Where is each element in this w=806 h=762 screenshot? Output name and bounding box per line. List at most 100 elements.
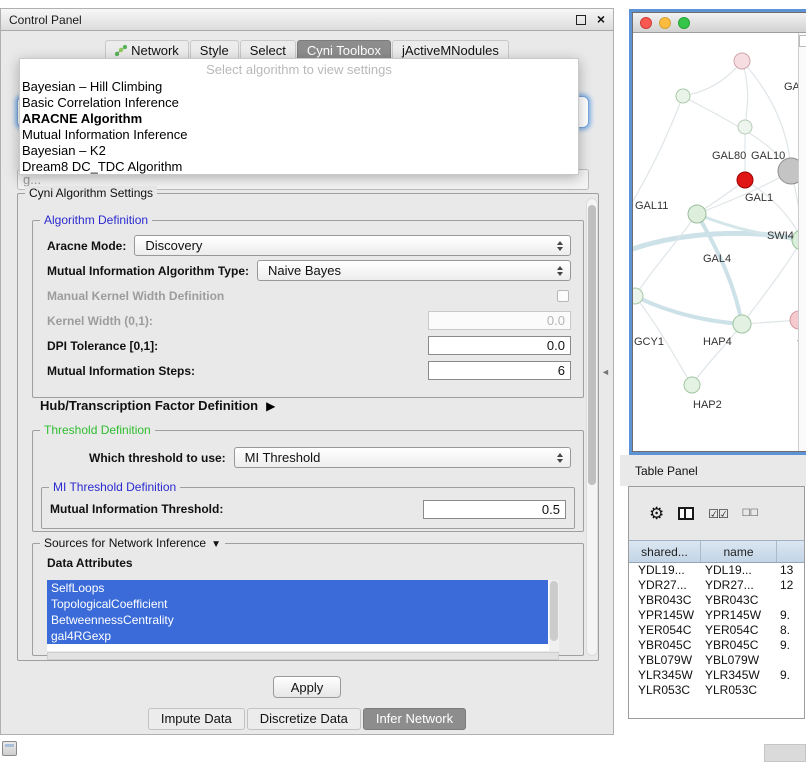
hub-definition-toggle[interactable]: Hub/Transcription Factor Definition ▶ bbox=[40, 398, 275, 413]
algorithm-option[interactable]: Dream8 DC_TDC Algorithm bbox=[20, 159, 578, 175]
tab-impute-data[interactable]: Impute Data bbox=[148, 708, 245, 730]
table-cell: YLR053C bbox=[629, 683, 701, 698]
tab-discretize-data[interactable]: Discretize Data bbox=[247, 708, 361, 730]
table-panel-title: Table Panel bbox=[635, 464, 698, 478]
table-row[interactable]: YBR045CYBR045C9. bbox=[629, 638, 804, 653]
table-header: shared... name bbox=[629, 540, 804, 563]
float-window-icon[interactable] bbox=[576, 15, 586, 25]
network-node[interactable] bbox=[733, 315, 751, 333]
network-node[interactable] bbox=[738, 120, 752, 134]
column-header-shared-name[interactable]: shared... bbox=[629, 541, 701, 562]
tab-label: Cyni Toolbox bbox=[307, 43, 381, 58]
network-node[interactable] bbox=[737, 172, 753, 188]
corner-resize bbox=[764, 744, 806, 762]
aracne-mode-label: Aracne Mode: bbox=[47, 239, 126, 253]
apply-button[interactable]: Apply bbox=[273, 676, 341, 698]
minimize-traffic-light-icon[interactable] bbox=[659, 17, 671, 29]
table-row[interactable]: YLR345WYLR345W9. bbox=[629, 668, 804, 683]
combo-arrows-icon bbox=[557, 266, 565, 276]
settings-scrollbar[interactable] bbox=[586, 198, 598, 656]
zoom-traffic-light-icon[interactable] bbox=[678, 17, 690, 29]
attribute-item-selected[interactable]: TopologicalCoefficient bbox=[47, 596, 548, 612]
tab-label: Network bbox=[131, 43, 179, 58]
data-attributes-list[interactable]: SelfLoops TopologicalCoefficient Between… bbox=[47, 580, 559, 651]
table-cell: 9. bbox=[777, 638, 804, 653]
deselect-columns-icon[interactable]: ☐☐ bbox=[742, 508, 758, 519]
network-node[interactable] bbox=[684, 377, 700, 393]
table-row[interactable]: YBR043CYBR043C bbox=[629, 593, 804, 608]
kernel-width-input[interactable] bbox=[428, 311, 571, 330]
table-row[interactable]: YER054CYER054C8. bbox=[629, 623, 804, 638]
table-row[interactable]: YPR145WYPR145W9. bbox=[629, 608, 804, 623]
table-row[interactable]: YDL19...YDL19...13 bbox=[629, 563, 804, 578]
network-scrollbar[interactable] bbox=[798, 33, 806, 451]
attribute-item-selected[interactable]: gal4RGexp bbox=[47, 628, 548, 644]
expand-arrow-icon: ▶ bbox=[266, 399, 275, 413]
panel-dock-icon[interactable] bbox=[2, 741, 17, 756]
manual-kernel-checkbox[interactable] bbox=[557, 290, 569, 302]
combobox-value: Discovery bbox=[145, 238, 202, 253]
table-row[interactable]: YDR27...YDR27...12 bbox=[629, 578, 804, 593]
mi-type-row: Mutual Information Algorithm Type: Naive… bbox=[47, 258, 571, 283]
sources-toggle[interactable]: Sources for Network Inference▼ bbox=[40, 536, 225, 550]
network-canvas[interactable]: GALGAL80GAL10GAL11GAL1SWI4GAL4GCY1HAP4HA… bbox=[633, 33, 806, 451]
table-cell: YER054C bbox=[701, 623, 777, 638]
network-node[interactable] bbox=[688, 205, 706, 223]
dpi-tolerance-input[interactable] bbox=[428, 336, 571, 355]
network-node-label: GAL4 bbox=[703, 253, 731, 265]
table-toolbar: ⚙ ☑☑ ☐☐ bbox=[629, 487, 804, 540]
column-header-partial[interactable] bbox=[777, 541, 804, 562]
control-panel-titlebar[interactable]: Control Panel × bbox=[1, 9, 613, 31]
gear-icon[interactable]: ⚙ bbox=[649, 505, 664, 522]
algorithm-option[interactable]: Bayesian – Hill Climbing bbox=[20, 79, 578, 95]
control-panel-window: Control Panel × Network Style Select Cyn… bbox=[0, 8, 614, 735]
splitter-collapse-icon[interactable]: ◄ bbox=[601, 367, 610, 377]
mi-steps-input[interactable] bbox=[428, 361, 571, 380]
columns-icon[interactable] bbox=[678, 507, 694, 520]
tab-label: Style bbox=[200, 43, 229, 58]
select-all-columns-icon[interactable]: ☑☑ bbox=[708, 507, 728, 521]
network-node[interactable] bbox=[676, 89, 690, 103]
group-title: MI Threshold Definition bbox=[49, 480, 180, 494]
mi-type-combobox[interactable]: Naive Bayes bbox=[257, 260, 571, 281]
attribute-item-selected[interactable]: SelfLoops bbox=[47, 580, 548, 596]
network-node[interactable] bbox=[790, 311, 798, 329]
tab-label: Select bbox=[250, 43, 286, 58]
network-node[interactable] bbox=[633, 288, 643, 304]
which-threshold-row: Which threshold to use: MI Threshold bbox=[89, 445, 571, 470]
table-row[interactable]: YLR053CYLR053C bbox=[629, 683, 804, 698]
screen: Control Panel × Network Style Select Cyn… bbox=[0, 0, 806, 762]
column-header-name[interactable]: name bbox=[701, 541, 777, 562]
algorithm-option[interactable]: Bayesian – K2 bbox=[20, 143, 578, 159]
network-graph: GALGAL80GAL10GAL11GAL1SWI4GAL4GCY1HAP4HA… bbox=[633, 33, 798, 451]
tab-infer-network[interactable]: Infer Network bbox=[363, 708, 466, 730]
aracne-mode-combobox[interactable]: Discovery bbox=[134, 235, 571, 256]
threshold-combobox[interactable]: MI Threshold bbox=[234, 447, 571, 468]
table-cell: 9. bbox=[777, 668, 804, 683]
sources-title-label: Sources for Network Inference bbox=[44, 536, 206, 550]
network-node-label: GAL10 bbox=[751, 150, 785, 162]
list-scrollbar[interactable] bbox=[549, 580, 559, 651]
scroll-button[interactable] bbox=[799, 35, 806, 47]
table-row[interactable]: YBL079WYBL079W bbox=[629, 653, 804, 668]
algorithm-option[interactable]: Basic Correlation Inference bbox=[20, 95, 578, 111]
close-icon[interactable]: × bbox=[597, 11, 605, 27]
mi-threshold-label: Mutual Information Threshold: bbox=[50, 502, 223, 516]
list-horizontal-scrollbar[interactable] bbox=[47, 652, 559, 660]
network-node-label: HAP4 bbox=[703, 336, 732, 348]
mi-steps-label: Mutual Information Steps: bbox=[47, 364, 195, 378]
network-node[interactable] bbox=[734, 53, 750, 69]
mi-threshold-input[interactable] bbox=[423, 500, 566, 519]
tab-label: jActiveMNodules bbox=[402, 43, 499, 58]
cyni-algorithm-settings-group: Cyni Algorithm Settings Algorithm Defini… bbox=[17, 193, 599, 661]
bottom-tab-bar: Impute Data Discretize Data Infer Networ… bbox=[1, 708, 613, 730]
network-window-titlebar[interactable] bbox=[633, 13, 806, 33]
scrollbar-thumb[interactable] bbox=[588, 205, 596, 485]
close-traffic-light-icon[interactable] bbox=[640, 17, 652, 29]
algorithm-option[interactable]: Mutual Information Inference bbox=[20, 127, 578, 143]
algorithm-option-selected[interactable]: ARACNE Algorithm bbox=[20, 111, 578, 127]
attribute-item-selected[interactable]: BetweennessCentrality bbox=[47, 612, 548, 628]
kernel-width-row: Kernel Width (0,1): bbox=[47, 308, 571, 333]
mi-steps-row: Mutual Information Steps: bbox=[47, 358, 571, 383]
table-cell: YLR345W bbox=[629, 668, 701, 683]
